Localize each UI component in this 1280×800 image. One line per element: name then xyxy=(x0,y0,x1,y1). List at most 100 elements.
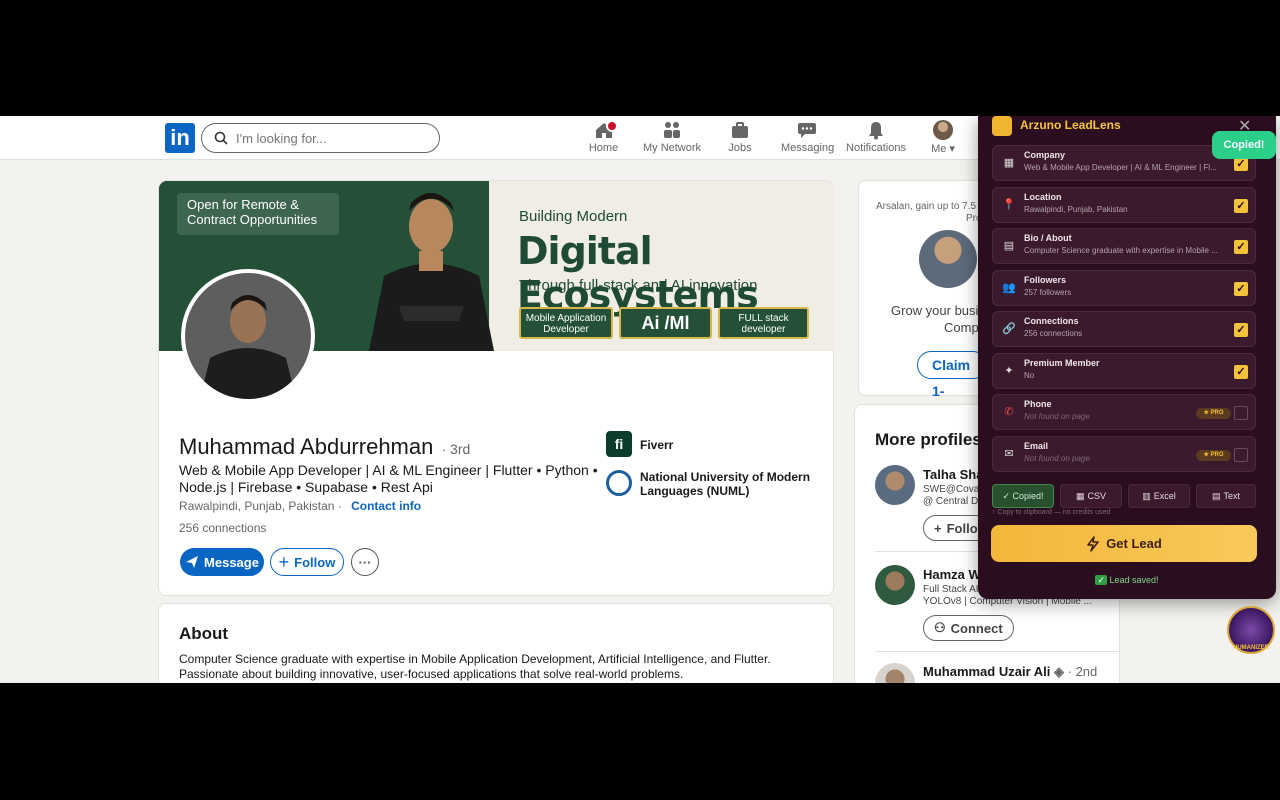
rec-avatar[interactable] xyxy=(875,565,915,605)
field-premium-member[interactable]: ✦ Premium Member No ✓ xyxy=(992,352,1256,389)
network-icon xyxy=(664,122,680,138)
claim-button[interactable]: Claim 1- xyxy=(917,351,987,399)
numl-logo[interactable] xyxy=(606,470,632,496)
field-label: Location xyxy=(1024,191,1062,202)
follow-button[interactable]: + Follow xyxy=(270,548,344,576)
nav-my-network[interactable]: My Network xyxy=(642,120,702,158)
pro-badge: ★ PRO xyxy=(1196,449,1231,461)
rec-name[interactable]: Muhammad Uzair Ali ◈ · 2nd xyxy=(923,664,1097,680)
banner-pill-mobile: Mobile Application Developer xyxy=(519,307,613,339)
nav-notifications[interactable]: Notifications xyxy=(845,120,907,158)
contact-info-link[interactable]: Contact info xyxy=(351,499,421,513)
more-actions-button[interactable]: ··· xyxy=(351,548,379,576)
field-value: Rawalpindi, Punjab, Pakistan xyxy=(1024,204,1128,214)
csv-button[interactable]: ▦ CSV xyxy=(1060,484,1122,508)
rec-connect-button[interactable]: ⚇ Connect xyxy=(923,615,1014,641)
rec-name-text: Muhammad Uzair Ali xyxy=(923,664,1051,679)
field-checkbox[interactable]: ✓ xyxy=(1234,240,1248,254)
field-checkbox[interactable]: ✓ xyxy=(1234,157,1248,171)
org-numl[interactable]: National University of Modern Languages … xyxy=(640,470,820,498)
nav-home-label: Home xyxy=(588,142,619,154)
nav-home[interactable]: Home xyxy=(586,120,621,158)
rec-degree: · 2nd xyxy=(1067,664,1098,679)
excel-button[interactable]: ▥ Excel xyxy=(1128,484,1190,508)
rec-sub: Full Stack AI xyxy=(923,584,979,595)
org-fiverr[interactable]: Fiverr xyxy=(640,438,673,452)
chevron-down-icon: ▾ xyxy=(946,143,955,155)
text-button[interactable]: ▤ Text xyxy=(1196,484,1256,508)
leadlens-title: Arzuno LeadLens xyxy=(1020,118,1121,132)
field-checkbox[interactable]: ✓ xyxy=(1234,364,1248,379)
spreadsheet-icon: ▥ xyxy=(1142,490,1151,501)
nav-jobs[interactable]: Jobs xyxy=(725,120,755,158)
field-label: Email xyxy=(1024,440,1049,451)
about-text: Computer Science graduate with expertise… xyxy=(179,652,771,681)
field-checkbox[interactable] xyxy=(1234,406,1248,420)
search-box[interactable] xyxy=(201,123,440,153)
rec-avatar[interactable] xyxy=(875,465,915,505)
get-lead-button[interactable]: Get Lead xyxy=(991,525,1257,562)
nav-my-network-label: My Network xyxy=(642,142,702,154)
leadlens-panel: Arzuno LeadLens ✕ ▦ Company Web & Mobile A… xyxy=(978,116,1276,599)
search-input[interactable] xyxy=(236,129,426,147)
field-value: Web & Mobile App Developer | AI & ML Eng… xyxy=(1024,163,1217,172)
briefcase-icon xyxy=(732,122,748,138)
pro-badge: ★ PRO xyxy=(1196,408,1231,419)
rec-name[interactable]: Hamza W xyxy=(923,567,981,582)
nav-me[interactable]: Me ▾ xyxy=(928,120,958,158)
field-checkbox[interactable]: ✓ xyxy=(1234,323,1248,337)
promo-line1: Arsalan, gain up to 7.5 xyxy=(876,201,977,212)
check-icon: ✓ xyxy=(1095,575,1107,585)
field-bio-about[interactable]: ▤ Bio / About Computer Science graduate wi… xyxy=(992,228,1256,264)
document-icon: ▤ xyxy=(1003,240,1015,252)
profile-photo[interactable] xyxy=(181,269,315,403)
field-email[interactable]: ✉ Email Not found on page ★ PRO xyxy=(992,435,1256,472)
send-icon xyxy=(186,556,199,568)
field-location[interactable]: 📍 Location Rawalpindi, Punjab, Pakistan ✓ xyxy=(992,186,1256,223)
fiverr-logo[interactable]: fi xyxy=(606,431,632,457)
field-value: 256 connections xyxy=(1024,329,1083,338)
nav-messaging-label: Messaging xyxy=(781,142,835,154)
rec-name[interactable]: Talha Sha xyxy=(923,467,983,482)
field-connections[interactable]: 🔗 Connections 256 connections ✓ xyxy=(992,311,1256,347)
field-checkbox[interactable]: ✓ xyxy=(1234,198,1248,213)
pin-icon: 📍 xyxy=(1002,198,1016,211)
field-label: Company xyxy=(1024,150,1066,160)
field-phone[interactable]: ✆ Phone Not found on page ★ PRO xyxy=(992,394,1256,430)
profile-connections[interactable]: 256 connections xyxy=(179,521,266,535)
humanizer-floating-button[interactable]: HUMANIZER xyxy=(1227,606,1275,654)
field-value: 257 followers xyxy=(1024,287,1072,297)
promo-grow-line1: Grow your busi xyxy=(891,303,979,318)
field-value: Not found on page xyxy=(1024,453,1090,463)
field-followers[interactable]: 👥 Followers 257 followers ✓ xyxy=(992,269,1256,306)
location-text: Rawalpindi, Punjab, Pakistan xyxy=(179,499,335,513)
export-note: ↑ Copy to clipboard — no credits used xyxy=(992,509,1111,516)
rec-avatar[interactable] xyxy=(875,663,915,683)
field-value: No xyxy=(1024,370,1035,380)
field-checkbox[interactable] xyxy=(1234,447,1248,462)
copied-toast: Copied! xyxy=(1212,131,1276,159)
message-button-label: Message xyxy=(204,554,259,570)
banner-line1: Building Modern xyxy=(519,208,628,225)
excel-label: Excel xyxy=(1153,491,1176,501)
rec-connect-label: Connect xyxy=(950,620,1003,636)
field-checkbox[interactable]: ✓ xyxy=(1234,281,1248,296)
get-lead-label: Get Lead xyxy=(1106,536,1162,551)
search-icon xyxy=(214,131,228,145)
nav-messaging[interactable]: Messaging xyxy=(781,120,835,158)
lead-saved-text: Lead saved! xyxy=(1109,575,1159,585)
bell-icon xyxy=(869,122,883,140)
copy-button[interactable]: ✓ Copied! xyxy=(992,484,1054,508)
profile-location: Rawalpindi, Punjab, Pakistan · Contact i… xyxy=(179,499,422,513)
more-icon: ··· xyxy=(358,554,372,570)
about-card: About Computer Science graduate with exp… xyxy=(158,603,834,683)
verified-icon: ◈ xyxy=(1054,664,1064,679)
followers-icon: 👥 xyxy=(1002,281,1016,294)
field-label: Premium Member xyxy=(1024,357,1100,368)
message-button[interactable]: Message xyxy=(180,548,264,576)
profile-name-text: Muhammad Abdurrehman xyxy=(179,434,434,459)
document-icon: ▤ xyxy=(1211,490,1221,501)
profile-headline: Web & Mobile App Developer | AI & ML Eng… xyxy=(179,462,598,495)
building-icon: ▦ xyxy=(1003,157,1015,169)
linkedin-logo[interactable]: in xyxy=(165,123,195,153)
